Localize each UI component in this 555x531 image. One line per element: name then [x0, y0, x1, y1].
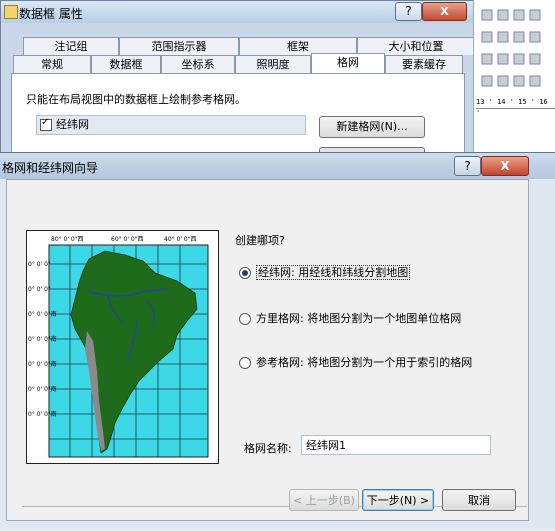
grid-item-label: 经纬网: [56, 118, 89, 131]
tab-extent-indicators[interactable]: 范围指示器: [119, 37, 239, 55]
tab-general[interactable]: 常规: [13, 55, 91, 73]
tab-data-frame[interactable]: 数据框: [91, 55, 161, 73]
latitude-label-4: 0° 0' 0"南: [28, 335, 57, 343]
wizard-close-button[interactable]: X: [481, 156, 529, 176]
properties-icon: [4, 5, 18, 19]
grid-checkbox[interactable]: [40, 117, 52, 131]
wizard-titlebar: 格网和经纬网向导 ? X: [0, 153, 555, 179]
map-top-labels: 80° 0' 0"西 60° 0' 0"西 40° 0' 0"西: [51, 236, 197, 243]
grids-description: 只能在布局视图中的数据框上绘制参考格网。: [26, 93, 246, 106]
grid-list-item[interactable]: 经纬网: [36, 115, 306, 135]
graticule-radio[interactable]: [239, 267, 251, 279]
wizard-help-button[interactable]: ?: [454, 156, 481, 176]
option-measured-grid[interactable]: 方里格网: 将地图分割为一个地图单位格网: [239, 310, 461, 328]
back-button[interactable]: < 上一步(B): [289, 489, 359, 511]
latitude-label-7: 0° 0' 0"南: [28, 410, 57, 418]
tab-row-back: 注记组 范围指示器 框架 大小和位置: [23, 37, 475, 55]
tab-illumination[interactable]: 照明度: [235, 55, 311, 73]
tab-grids[interactable]: 格网: [311, 53, 385, 73]
option-reference-grid[interactable]: 参考格网: 将地图分割为一个用于索引的格网: [239, 354, 472, 372]
latitude-label-3: 0° 0' 0"南: [28, 310, 57, 318]
grid-wizard-dialog: 格网和经纬网向导 ? X 80° 0' 0"西 60° 0' 0"西 40° 0…: [0, 152, 555, 529]
latitude-label-5: 0° 0' 0"南: [28, 360, 57, 368]
tab-coordinate-system[interactable]: 坐标系: [161, 55, 235, 73]
latitude-label-6: 0° 0' 0"南: [28, 385, 57, 393]
measured-grid-radio[interactable]: [239, 313, 251, 325]
tab-row-front: 常规 数据框 坐标系 照明度 格网 要素缓存: [13, 53, 463, 73]
next-button[interactable]: 下一步(N) >: [362, 489, 434, 511]
wizard-title: 格网和经纬网向导: [2, 161, 99, 175]
latitude-label-2: 0° 0' 0": [28, 286, 51, 293]
longitude-label-40w: 40° 0' 0"西: [164, 236, 197, 243]
layout-ruler: 13 ' 14 ' 15 ' 16 ': [476, 97, 555, 117]
option-graticule[interactable]: 经纬网: 用经线和纬线分割地图: [239, 264, 411, 282]
cancel-button[interactable]: 取消: [442, 489, 516, 511]
new-grid-button[interactable]: 新建格网(N)...: [319, 116, 425, 138]
latitude-label-1: 0° 0' 0": [28, 261, 51, 268]
graticule-preview: 80° 0' 0"西 60° 0' 0"西 40° 0' 0"西 0° 0' 0…: [26, 230, 219, 464]
bg-help-button[interactable]: ?: [395, 2, 422, 21]
grid-name-input[interactable]: 经纬网1: [301, 435, 491, 455]
longitude-label-80w: 80° 0' 0"西: [51, 236, 84, 243]
tab-feature-cache[interactable]: 要素缓存: [385, 55, 463, 73]
tab-annotation-groups[interactable]: 注记组: [23, 37, 119, 55]
south-america-map: 80° 0' 0"西 60° 0' 0"西 40° 0' 0"西 0° 0' 0…: [28, 236, 209, 458]
bg-close-button[interactable]: X: [422, 2, 467, 21]
option-graticule-label: 经纬网: 用经线和纬线分割地图: [256, 265, 411, 280]
longitude-label-60w: 60° 0' 0"西: [111, 236, 144, 243]
grid-name-label: 格网名称:: [244, 442, 292, 455]
create-which-question: 创建哪项?: [235, 234, 285, 247]
bg-titlebar: 数据框 属性 ? X: [1, 1, 473, 23]
wizard-body: 80° 0' 0"西 60° 0' 0"西 40° 0' 0"西 0° 0' 0…: [6, 179, 529, 521]
bg-dialog-title: 数据框 属性: [19, 7, 83, 21]
reference-grid-radio[interactable]: [239, 357, 251, 369]
option-reference-grid-label: 参考格网: 将地图分割为一个用于索引的格网: [256, 356, 473, 369]
option-measured-grid-label: 方里格网: 将地图分割为一个地图单位格网: [256, 312, 462, 325]
